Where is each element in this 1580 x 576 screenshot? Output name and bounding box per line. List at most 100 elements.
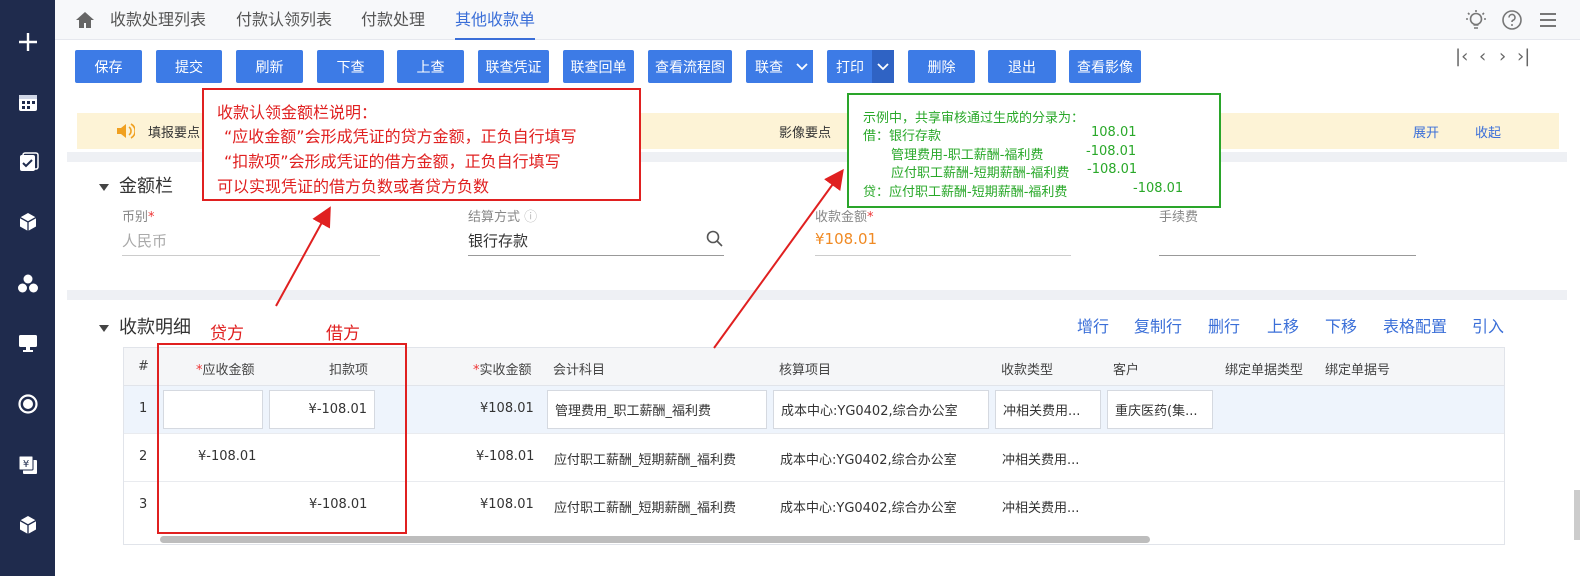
chevron-down-icon [791,50,813,83]
debit-label: 借方 [326,324,360,344]
entry-line: 管理费用-职工薪酬-福利费 [891,148,1044,163]
item-value[interactable]: 成本中心:YG0402,综合办公室 [780,449,957,468]
col-item: 核算项目 [779,363,832,378]
speaker-icon [117,123,135,139]
horizontal-scrollbar[interactable] [160,536,1150,543]
tab-bar: 收款处理列表 付款认领列表 付款处理 其他收款单 [55,0,1580,40]
view-flowchart-button[interactable]: 查看流程图 [648,50,732,83]
col-bind-no: 绑定单据号 [1325,363,1391,378]
fee-label: 手续费 [1159,210,1199,225]
cube-icon[interactable] [0,202,55,242]
detail-section-label: 收款明细 [119,317,191,338]
monitor-icon[interactable] [0,323,55,363]
delete-row-button[interactable]: 删行 [1208,313,1240,337]
delete-button[interactable]: 删除 [908,50,975,83]
search-icon[interactable] [706,230,723,247]
type-select[interactable]: 冲相关费用... [995,390,1101,429]
print-dropdown[interactable]: 打印 [827,50,894,83]
account-value[interactable]: 应付职工薪酬_短期薪酬_福利费 [554,449,736,468]
query-down-button[interactable]: 下查 [317,50,384,83]
fill-tips-label: 填报要点 [148,126,201,141]
col-index: # [138,359,149,374]
last-page-icon[interactable]: ›| [1517,46,1530,67]
chevron-down-icon[interactable] [872,50,894,83]
plus-icon[interactable] [0,22,55,62]
tab-other-receipt[interactable]: 其他收款单 [455,0,536,40]
settlement-label: 结算方式 ⓘ [468,210,538,225]
amount-section-title[interactable]: 金额栏 [99,172,173,198]
credit-label: 贷方 [210,324,244,344]
currency-field[interactable]: 人民币 [122,230,167,251]
cluster-icon[interactable] [0,264,55,304]
type-value[interactable]: 冲相关费用... [1002,497,1079,516]
copy-row-button[interactable]: 复制行 [1134,313,1182,337]
image-tips-label: 影像要点 [779,126,832,141]
col-received: *实收金额 [473,363,532,378]
linked-query-dropdown[interactable]: 联查 [746,50,813,83]
expand-link[interactable]: 展开 [1413,122,1439,141]
entry-amount: -108.01 [1087,162,1138,177]
import-button[interactable]: 引入 [1472,313,1504,337]
entry-amount: -108.01 [1086,144,1137,159]
submit-button[interactable]: 提交 [156,50,222,83]
menu-icon[interactable] [1537,9,1559,31]
lightbulb-icon[interactable] [1465,9,1487,31]
entry-line: 贷：应付职工薪酬-短期薪酬-福利费 [863,185,1068,200]
detail-section-title[interactable]: 收款明细 [99,313,191,339]
svg-text:¥: ¥ [22,459,28,470]
entry-amount: 108.01 [1091,125,1137,140]
account-value[interactable]: 应付职工薪酬_短期薪酬_福利费 [554,497,736,516]
receipt-amount-underline [815,255,1071,256]
yen-document-icon[interactable]: ¥ [0,445,55,485]
home-icon[interactable] [75,10,95,30]
col-bind-type: 绑定单据类型 [1225,363,1304,378]
amount-section-label: 金额栏 [119,176,173,197]
settlement-underline [468,255,724,256]
next-page-icon[interactable]: › [1499,46,1506,67]
add-row-button[interactable]: 增行 [1077,313,1109,337]
received-amount: ¥-108.01 [476,449,535,464]
tab-receipt-list[interactable]: 收款处理列表 [110,0,206,40]
query-up-button[interactable]: 上查 [397,50,464,83]
red-annotation-box: 收款认领金额栏说明： “应收金额”会形成凭证的贷方金额，正负自行填写 “扣款项”… [202,88,641,201]
tab-payment-claim-list[interactable]: 付款认领列表 [236,0,332,40]
receipt-amount-field[interactable]: ¥108.01 [815,230,877,248]
view-image-button[interactable]: 查看影像 [1069,50,1141,83]
row-index: 2 [139,449,148,464]
entry-amount: -108.01 [1133,181,1184,196]
divider [67,290,1567,300]
prev-page-icon[interactable]: ‹ [1479,46,1486,67]
fee-underline[interactable] [1159,255,1416,256]
circle-icon[interactable] [0,384,55,424]
vertical-scrollbar[interactable] [1574,490,1580,540]
item-input[interactable]: 成本中心:YG0402,综合办公室 [773,390,989,429]
exit-button[interactable]: 退出 [988,50,1056,83]
entry-line: 借：银行存款 [863,129,942,144]
view-voucher-button[interactable]: 联查凭证 [478,50,549,83]
move-down-button[interactable]: 下移 [1325,313,1357,337]
checklist-icon[interactable] [0,142,55,182]
customer-input[interactable]: 重庆医药(集... [1107,390,1213,429]
annotation-line: 可以实现凭证的借方负数或者贷方负数 [217,177,490,196]
collapse-link[interactable]: 收起 [1475,122,1501,141]
type-value[interactable]: 冲相关费用... [1002,449,1079,468]
settlement-field[interactable]: 银行存款 [468,230,528,251]
calendar-icon[interactable] [0,82,55,122]
table-config-button[interactable]: 表格配置 [1383,313,1447,337]
print-label: 打印 [836,59,864,76]
item-value[interactable]: 成本中心:YG0402,综合办公室 [780,497,957,516]
first-page-icon[interactable]: |‹ [1455,46,1468,67]
col-customer: 客户 [1113,363,1140,378]
tab-payment-processing[interactable]: 付款处理 [361,0,425,40]
view-receipt-button[interactable]: 联查回单 [563,50,634,83]
col-type: 收款类型 [1001,363,1054,378]
green-annotation-box: 示例中，共享审核通过生成的分录为： 借：银行存款 108.01 管理费用-职工薪… [847,93,1221,208]
account-input[interactable]: 管理费用_职工薪酬_福利费 [547,390,767,429]
save-button[interactable]: 保存 [75,50,142,83]
received-amount: ¥108.01 [480,497,534,512]
move-up-button[interactable]: 上移 [1267,313,1299,337]
package-icon[interactable] [0,505,55,545]
entry-line: 示例中，共享审核通过生成的分录为： [863,111,1085,126]
help-icon[interactable] [1501,9,1523,31]
refresh-button[interactable]: 刷新 [236,50,303,83]
